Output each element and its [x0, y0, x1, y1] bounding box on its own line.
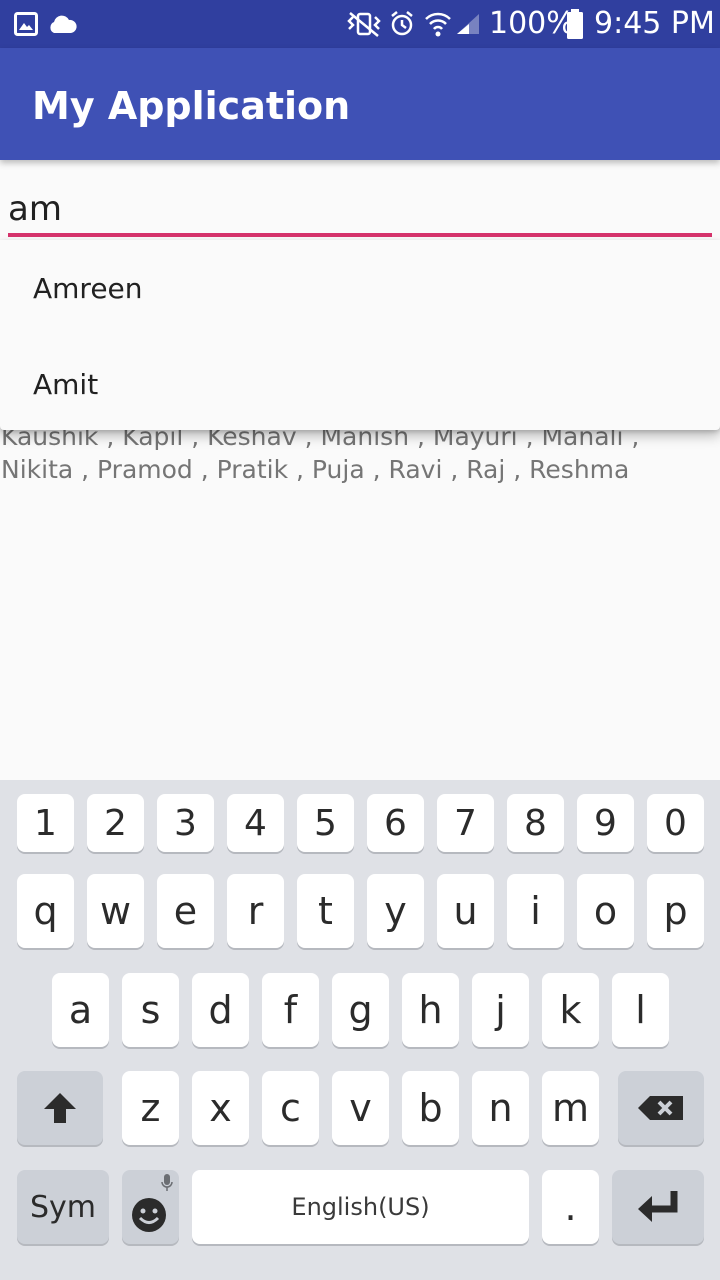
key-t[interactable]: t	[297, 874, 354, 948]
key-l[interactable]: l	[612, 973, 669, 1047]
key-u[interactable]: u	[437, 874, 494, 948]
period-key[interactable]: .	[542, 1170, 599, 1244]
battery-icon	[567, 9, 583, 39]
key-x[interactable]: x	[192, 1071, 249, 1145]
emoji-icon	[131, 1198, 166, 1232]
key-6[interactable]: 6	[367, 794, 424, 852]
app-bar: My Application	[0, 48, 720, 160]
autocomplete-input[interactable]	[8, 178, 712, 240]
key-w[interactable]: w	[87, 874, 144, 948]
key-7[interactable]: 7	[437, 794, 494, 852]
key-y[interactable]: y	[367, 874, 424, 948]
suggestion-item-amreen[interactable]: Amreen	[0, 240, 720, 336]
key-9[interactable]: 9	[577, 794, 634, 852]
key-1[interactable]: 1	[17, 794, 74, 852]
key-r[interactable]: r	[227, 874, 284, 948]
mic-icon	[161, 1174, 173, 1191]
key-o[interactable]: o	[577, 874, 634, 948]
enter-icon	[638, 1191, 678, 1222]
status-bar: 100% 9:45 PM	[0, 0, 720, 48]
vibrate-icon	[347, 12, 381, 37]
backspace-icon	[638, 1096, 683, 1120]
sym-key[interactable]: Sym	[17, 1170, 109, 1244]
backspace-key[interactable]	[618, 1071, 704, 1145]
key-q[interactable]: q	[17, 874, 74, 948]
suggestion-item-amit[interactable]: Amit	[0, 336, 720, 432]
key-a[interactable]: a	[52, 973, 109, 1047]
wifi-icon	[425, 12, 451, 37]
key-e[interactable]: e	[157, 874, 214, 948]
key-c[interactable]: c	[262, 1071, 319, 1145]
key-s[interactable]: s	[122, 973, 179, 1047]
key-k[interactable]: k	[542, 973, 599, 1047]
key-5[interactable]: 5	[297, 794, 354, 852]
suggestion-dropdown: Amreen Amit	[0, 240, 720, 430]
key-3[interactable]: 3	[157, 794, 214, 852]
space-key[interactable]: English(US)	[192, 1170, 529, 1244]
key-n[interactable]: n	[472, 1071, 529, 1145]
gallery-icon	[14, 12, 38, 36]
key-h[interactable]: h	[402, 973, 459, 1047]
key-b[interactable]: b	[402, 1071, 459, 1145]
cloud-icon	[50, 15, 77, 33]
emoji-key[interactable]	[122, 1170, 179, 1244]
soft-keyboard: 1 2 3 4 5 6 7 8 9 0 q w e r t y u i o p …	[0, 780, 720, 1280]
key-2[interactable]: 2	[87, 794, 144, 852]
key-m[interactable]: m	[542, 1071, 599, 1145]
shift-arrow-icon	[44, 1093, 76, 1123]
key-v[interactable]: v	[332, 1071, 389, 1145]
status-time: 9:45 PM	[594, 6, 715, 41]
signal-icon	[457, 14, 479, 34]
app-title: My Application	[32, 84, 351, 128]
key-p[interactable]: p	[647, 874, 704, 948]
shift-key[interactable]	[17, 1071, 103, 1145]
key-8[interactable]: 8	[507, 794, 564, 852]
alarm-icon	[391, 11, 413, 36]
key-f[interactable]: f	[262, 973, 319, 1047]
key-g[interactable]: g	[332, 973, 389, 1047]
key-0[interactable]: 0	[647, 794, 704, 852]
key-d[interactable]: d	[192, 973, 249, 1047]
key-4[interactable]: 4	[227, 794, 284, 852]
key-z[interactable]: z	[122, 1071, 179, 1145]
key-j[interactable]: j	[472, 973, 529, 1047]
enter-key[interactable]	[612, 1170, 704, 1244]
battery-percent: 100%	[489, 6, 575, 41]
input-underline	[8, 233, 712, 237]
key-i[interactable]: i	[507, 874, 564, 948]
